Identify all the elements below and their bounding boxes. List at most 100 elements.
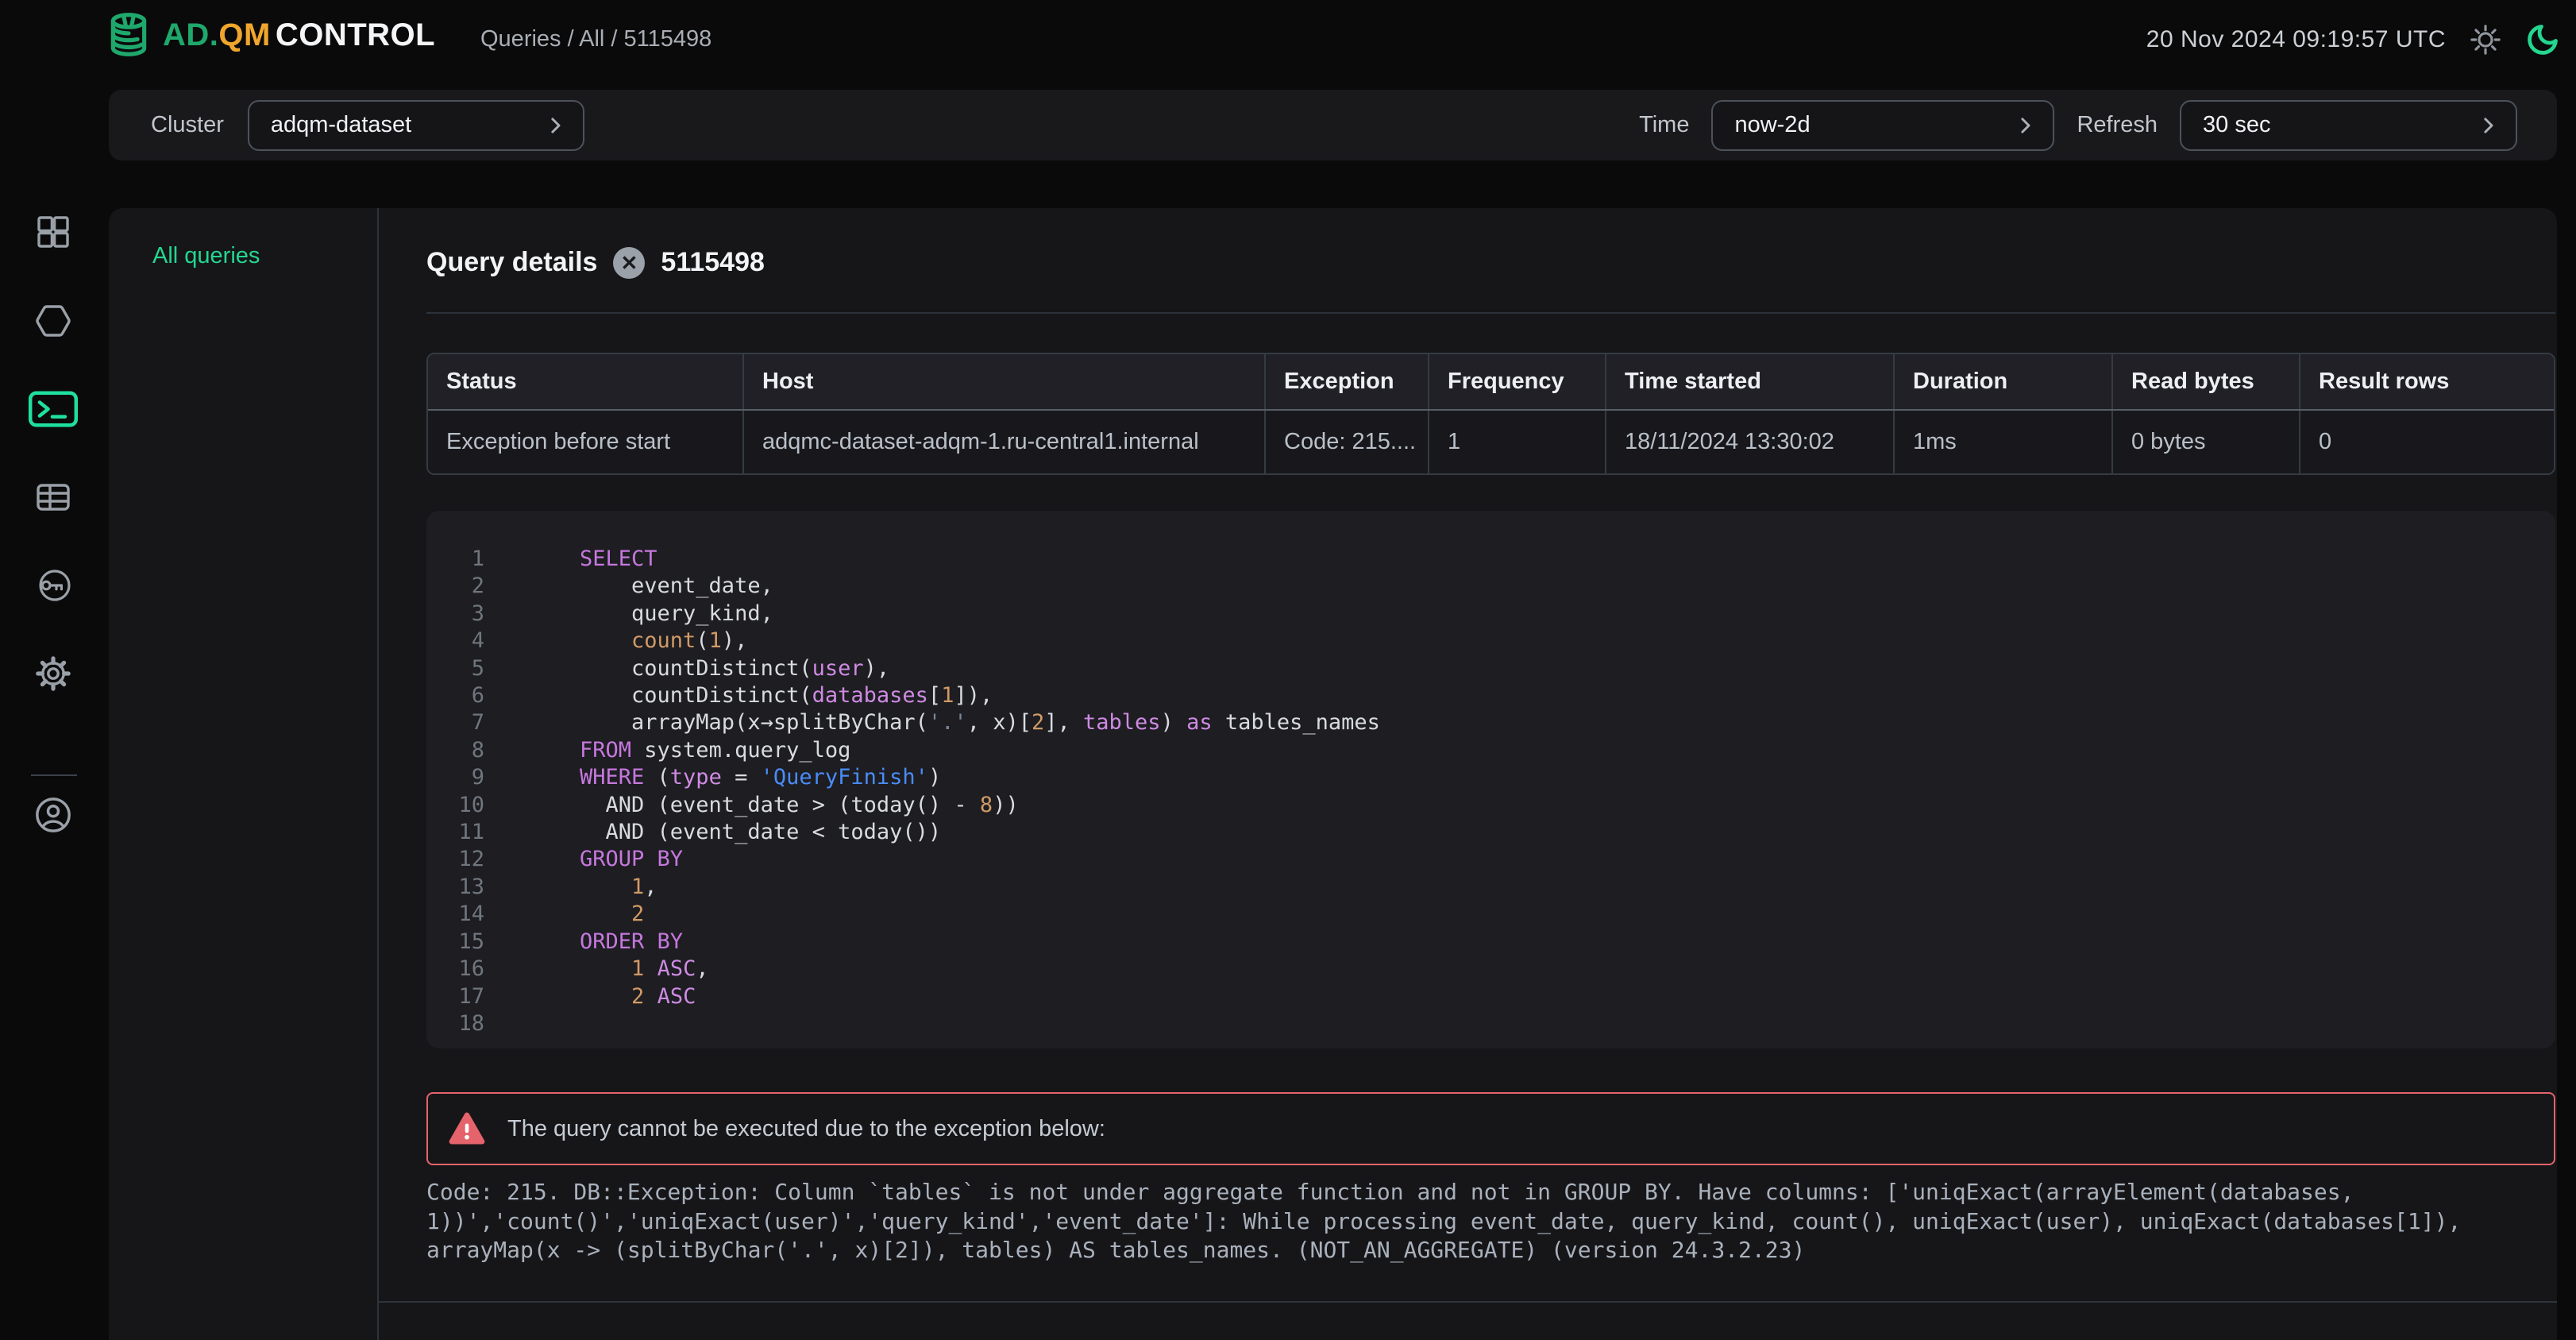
code-line: 14 2 bbox=[426, 901, 2555, 928]
line-number: 2 bbox=[426, 573, 484, 600]
error-alert: The query cannot be executed due to the … bbox=[426, 1092, 2555, 1165]
code-line: 10 AND (event_date > (today() - 8)) bbox=[426, 792, 2555, 819]
table-cell: 18/11/2024 13:30:02 bbox=[1605, 411, 1893, 473]
page-title: Query details bbox=[426, 247, 597, 278]
refresh-select[interactable]: 30 sec bbox=[2180, 100, 2517, 151]
exception-text: Code: 215. DB::Exception: Column `tables… bbox=[426, 1178, 2555, 1265]
close-icon: ✕ bbox=[621, 253, 638, 273]
table-header-cell: Time started bbox=[1605, 354, 1893, 409]
line-number: 3 bbox=[426, 600, 484, 628]
table-header-cell: Host bbox=[742, 354, 1264, 409]
table-cell: 1 bbox=[1428, 411, 1605, 473]
section-divider bbox=[379, 1301, 2557, 1303]
line-number: 18 bbox=[426, 1010, 484, 1037]
table-header-cell: Frequency bbox=[1428, 354, 1605, 409]
table-cell: 0 bytes bbox=[2111, 411, 2299, 473]
code-line: 15ORDER BY bbox=[426, 929, 2555, 956]
table-header-cell: Status bbox=[428, 354, 742, 409]
chevron-right-icon bbox=[2476, 114, 2500, 137]
sidebar-item-settings[interactable] bbox=[34, 655, 72, 693]
queries-subnav: All queries bbox=[109, 208, 379, 1340]
gear-icon bbox=[34, 655, 72, 693]
sidebar-item-tables[interactable] bbox=[33, 478, 74, 516]
line-number: 7 bbox=[426, 709, 484, 736]
table-cell: 0 bbox=[2299, 411, 2555, 473]
chevron-right-icon bbox=[543, 114, 567, 137]
code-line: 13 1, bbox=[426, 874, 2555, 901]
code-line: 12GROUP BY bbox=[426, 846, 2555, 873]
sidebar-item-dashboard[interactable] bbox=[34, 213, 72, 251]
code-line: 16 1 ASC, bbox=[426, 956, 2555, 983]
sidebar-item-access-keys[interactable] bbox=[33, 566, 74, 604]
main-panel: All queries Query details ✕ 5115498 Stat… bbox=[109, 208, 2557, 1340]
line-number: 10 bbox=[426, 792, 484, 819]
sidebar-divider bbox=[31, 774, 77, 776]
line-number: 12 bbox=[426, 846, 484, 873]
table-header-cell: Duration bbox=[1893, 354, 2111, 409]
line-number: 8 bbox=[426, 737, 484, 764]
refresh-label: Refresh bbox=[2077, 112, 2158, 138]
user-icon bbox=[33, 794, 74, 836]
sidebar bbox=[0, 208, 109, 1340]
query-details-content: Query details ✕ 5115498 StatusHostExcept… bbox=[379, 208, 2557, 1340]
breadcrumb: Queries / All / 5115498 bbox=[480, 26, 711, 52]
time-value: now-2d bbox=[1734, 112, 1810, 138]
cluster-value: adqm-dataset bbox=[271, 112, 411, 138]
cluster-label: Cluster bbox=[151, 112, 224, 138]
sidebar-item-cluster[interactable] bbox=[34, 302, 72, 340]
sql-code-block[interactable]: 1SELECT2 event_date,3 query_kind,4 count… bbox=[426, 511, 2555, 1048]
exception-line: 1))','count()','uniqExact(user)','query_… bbox=[426, 1207, 2555, 1237]
refresh-value: 30 sec bbox=[2203, 112, 2270, 138]
top-header: AD.QMCONTROL Queries / All / 5115498 20 … bbox=[0, 0, 2576, 79]
code-line: 3 query_kind, bbox=[426, 600, 2555, 628]
dark-theme-button[interactable] bbox=[2525, 22, 2560, 57]
dashboard-grid-icon bbox=[34, 213, 72, 251]
sidebar-item-queries[interactable] bbox=[28, 389, 79, 429]
logo-text: AD.QMCONTROL bbox=[163, 17, 435, 53]
code-line: 1SELECT bbox=[426, 546, 2555, 573]
current-datetime: 20 Nov 2024 09:19:57 UTC bbox=[2146, 26, 2446, 53]
sidebar-item-account[interactable] bbox=[33, 794, 74, 836]
app-logo: AD.QMCONTROL bbox=[104, 10, 435, 60]
code-line: 18 bbox=[426, 1010, 2555, 1037]
table-row: Exception before startadqmc-dataset-adqm… bbox=[428, 411, 2554, 473]
code-line: 17 2 ASC bbox=[426, 983, 2555, 1010]
hexagon-icon bbox=[34, 302, 72, 340]
line-number: 17 bbox=[426, 983, 484, 1010]
line-number: 9 bbox=[426, 764, 484, 791]
query-summary-table: StatusHostExceptionFrequencyTime started… bbox=[426, 353, 2555, 475]
table-cell: adqmc-dataset-adqm-1.ru-central1.interna… bbox=[742, 411, 1264, 473]
cluster-select[interactable]: adqm-dataset bbox=[248, 100, 584, 151]
code-line: 4 count(1), bbox=[426, 628, 2555, 655]
warning-icon bbox=[449, 1112, 485, 1145]
code-line: 11 AND (event_date < today()) bbox=[426, 819, 2555, 846]
code-line: 9WHERE (type = 'QueryFinish') bbox=[426, 764, 2555, 791]
code-line: 6 countDistinct(databases[1]), bbox=[426, 682, 2555, 709]
table-cell: Exception before start bbox=[428, 411, 742, 473]
time-select[interactable]: now-2d bbox=[1711, 100, 2054, 151]
alert-message: The query cannot be executed due to the … bbox=[507, 1116, 1105, 1142]
line-number: 14 bbox=[426, 901, 484, 928]
query-details-header: Query details ✕ 5115498 bbox=[426, 208, 2555, 314]
line-number: 1 bbox=[426, 546, 484, 573]
subnav-item-all-queries[interactable]: All queries bbox=[152, 243, 377, 269]
clear-query-button[interactable]: ✕ bbox=[613, 247, 645, 279]
terminal-icon bbox=[28, 389, 79, 429]
query-id: 5115498 bbox=[661, 247, 765, 278]
code-line: 5 countDistinct(user), bbox=[426, 655, 2555, 682]
sun-icon bbox=[2469, 23, 2502, 56]
table-icon bbox=[33, 478, 74, 516]
logo-icon bbox=[104, 10, 153, 60]
code-line: 8FROM system.query_log bbox=[426, 737, 2555, 764]
exception-line: Code: 215. DB::Exception: Column `tables… bbox=[426, 1178, 2555, 1207]
light-theme-button[interactable] bbox=[2468, 22, 2503, 57]
line-number: 4 bbox=[426, 628, 484, 655]
line-number: 11 bbox=[426, 819, 484, 846]
table-cell: 1ms bbox=[1893, 411, 2111, 473]
table-header-row: StatusHostExceptionFrequencyTime started… bbox=[428, 354, 2554, 411]
code-line: 2 event_date, bbox=[426, 573, 2555, 600]
moon-icon bbox=[2525, 22, 2560, 57]
exception-line: arrayMap(x -> (splitByChar('.', x)[2]), … bbox=[426, 1236, 2555, 1265]
time-label: Time bbox=[1639, 112, 1689, 138]
table-cell: Code: 215.... bbox=[1264, 411, 1428, 473]
